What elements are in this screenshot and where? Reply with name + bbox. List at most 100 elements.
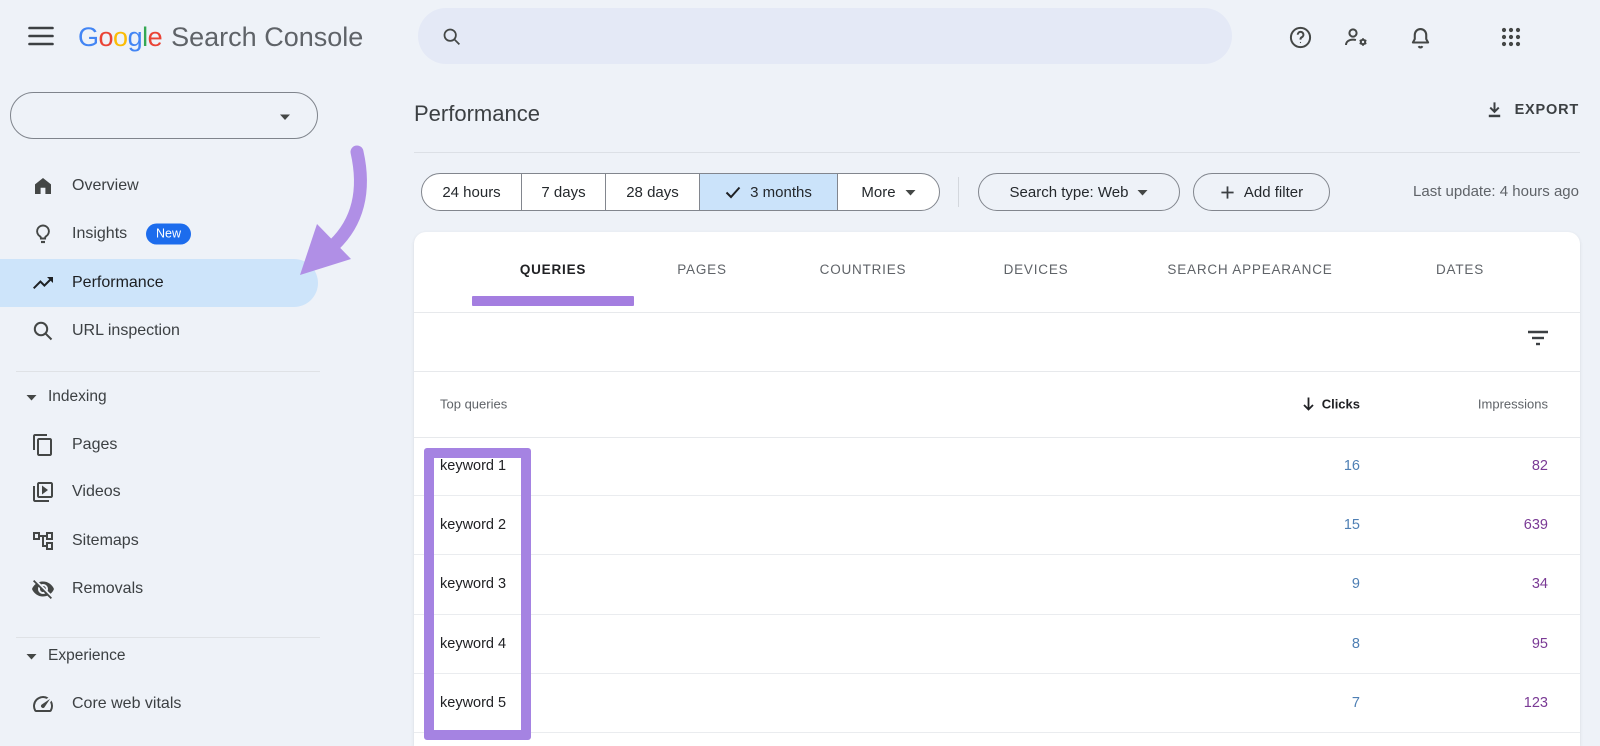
add-filter-button[interactable]: Add filter — [1193, 173, 1330, 211]
filter-icon — [1526, 329, 1550, 347]
trending-up-icon — [31, 271, 55, 295]
product-name: Search Console — [171, 22, 363, 53]
column-header-clicks[interactable]: Clicks — [1302, 397, 1360, 412]
sidebar-item-overview[interactable]: Overview — [0, 162, 318, 210]
divider — [958, 177, 959, 207]
search-type-dropdown[interactable]: Search type: Web — [978, 173, 1180, 211]
query-cell: keyword 5 — [440, 695, 506, 711]
tab-dates[interactable]: DATES — [1436, 232, 1484, 306]
plus-icon — [1220, 185, 1235, 200]
tab-label: DEVICES — [1004, 262, 1069, 277]
sidebar-item-label: Insights — [72, 225, 127, 243]
impressions-cell: 639 — [1524, 517, 1548, 533]
download-icon — [1485, 100, 1504, 119]
speedometer-icon — [31, 692, 55, 716]
clicks-cell: 15 — [1344, 517, 1360, 533]
column-header-top-queries[interactable]: Top queries — [440, 397, 507, 412]
search-type-label: Search type: Web — [1010, 184, 1129, 201]
tab-label: SEARCH APPEARANCE — [1167, 262, 1332, 277]
global-search-bar[interactable] — [418, 8, 1232, 64]
apps-grid-icon[interactable] — [1497, 23, 1525, 51]
table-row[interactable]: keyword 2 15 639 — [414, 496, 1580, 555]
chevron-down-icon — [26, 653, 37, 660]
tab-queries[interactable]: QUERIES — [520, 232, 586, 306]
query-cell: keyword 2 — [440, 517, 506, 533]
sidebar-section-experience[interactable]: Experience — [0, 632, 318, 680]
sidebar-item-url-inspection[interactable]: URL inspection — [0, 307, 318, 355]
table-row[interactable]: keyword 1 16 82 — [414, 437, 1580, 496]
export-label: EXPORT — [1515, 102, 1579, 118]
queries-table-body: keyword 1 16 82 keyword 2 15 639 keyword… — [414, 437, 1580, 733]
table-filter-button[interactable] — [1521, 324, 1555, 352]
query-cell: keyword 3 — [440, 576, 506, 592]
export-button[interactable]: EXPORT — [1485, 100, 1579, 119]
tab-pages[interactable]: PAGES — [677, 232, 727, 306]
impressions-cell: 34 — [1532, 576, 1548, 592]
chip-label: 7 days — [541, 184, 585, 201]
video-library-icon — [31, 480, 55, 504]
sidebar-item-label: Videos — [72, 483, 121, 501]
active-tab-highlight-annotation — [472, 296, 634, 306]
tab-label: COUNTRIES — [820, 262, 907, 277]
table-header-row: Top queries Clicks Impressions — [414, 371, 1580, 437]
impressions-cell: 123 — [1524, 695, 1548, 711]
property-selector[interactable] — [10, 92, 318, 139]
sidebar-section-indexing[interactable]: Indexing — [0, 373, 318, 421]
tab-search-appearance[interactable]: SEARCH APPEARANCE — [1167, 232, 1332, 306]
search-icon — [441, 26, 462, 47]
sidebar-item-removals[interactable]: Removals — [0, 565, 318, 613]
sidebar-section-label: Indexing — [48, 388, 107, 406]
chip-label: 28 days — [626, 184, 679, 201]
sidebar-item-sitemaps[interactable]: Sitemaps — [0, 517, 318, 565]
help-icon[interactable] — [1286, 23, 1314, 51]
search-icon — [31, 319, 55, 343]
date-filter-3-months-selected[interactable]: 3 months — [699, 174, 837, 210]
divider — [414, 152, 1580, 153]
sort-desc-arrow-icon — [1302, 397, 1315, 412]
logo-letter: G — [78, 22, 99, 52]
logo-letter: e — [148, 22, 163, 52]
sidebar-item-core-web-vitals[interactable]: Core web vitals — [0, 680, 318, 728]
column-header-label: Clicks — [1322, 397, 1360, 412]
column-header-impressions[interactable]: Impressions — [1478, 397, 1548, 412]
notifications-icon[interactable] — [1406, 23, 1434, 51]
date-filter-24-hours[interactable]: 24 hours — [422, 174, 521, 210]
sidebar-divider — [16, 371, 320, 372]
impressions-cell: 82 — [1532, 458, 1548, 474]
table-row[interactable]: keyword 3 9 34 — [414, 555, 1580, 614]
date-filter-28-days[interactable]: 28 days — [605, 174, 699, 210]
sidebar-item-label: Sitemaps — [72, 532, 139, 550]
pages-icon — [31, 433, 55, 457]
sidebar-item-label: Performance — [72, 274, 164, 292]
clicks-cell: 9 — [1352, 576, 1360, 592]
query-cell: keyword 4 — [440, 636, 506, 652]
menu-icon[interactable] — [28, 25, 54, 47]
checkmark-icon — [725, 186, 741, 199]
sidebar-item-performance[interactable]: Performance — [0, 259, 318, 307]
chevron-down-icon — [26, 394, 37, 401]
sidebar-item-videos[interactable]: Videos — [0, 468, 318, 516]
google-search-console-app: Google Search Console Overview Insights … — [0, 0, 1600, 746]
table-row[interactable]: keyword 5 7 123 — [414, 674, 1580, 733]
sidebar-item-label: Overview — [72, 177, 139, 195]
app-logo[interactable]: Google Search Console — [78, 20, 363, 54]
tab-label: QUERIES — [520, 262, 586, 277]
logo-letter: o — [113, 22, 128, 52]
tab-devices[interactable]: DEVICES — [1004, 232, 1069, 306]
last-update-text: Last update: 4 hours ago — [1413, 183, 1579, 200]
date-filter-7-days[interactable]: 7 days — [521, 174, 605, 210]
tab-countries[interactable]: COUNTRIES — [820, 232, 907, 306]
date-filter-more-dropdown[interactable]: More — [837, 174, 939, 210]
sidebar-item-label: URL inspection — [72, 322, 180, 340]
query-cell: keyword 1 — [440, 458, 506, 474]
chip-label: More — [861, 184, 895, 201]
eye-off-icon — [31, 577, 55, 601]
sidebar-item-pages[interactable]: Pages — [0, 421, 318, 469]
manage-users-icon[interactable] — [1343, 23, 1371, 51]
search-input[interactable] — [476, 16, 1212, 56]
sidebar-item-insights[interactable]: Insights New — [0, 210, 318, 258]
table-row[interactable]: keyword 4 8 95 — [414, 615, 1580, 674]
clicks-cell: 16 — [1344, 458, 1360, 474]
chevron-down-icon — [279, 113, 291, 121]
chevron-down-icon — [1137, 189, 1148, 196]
